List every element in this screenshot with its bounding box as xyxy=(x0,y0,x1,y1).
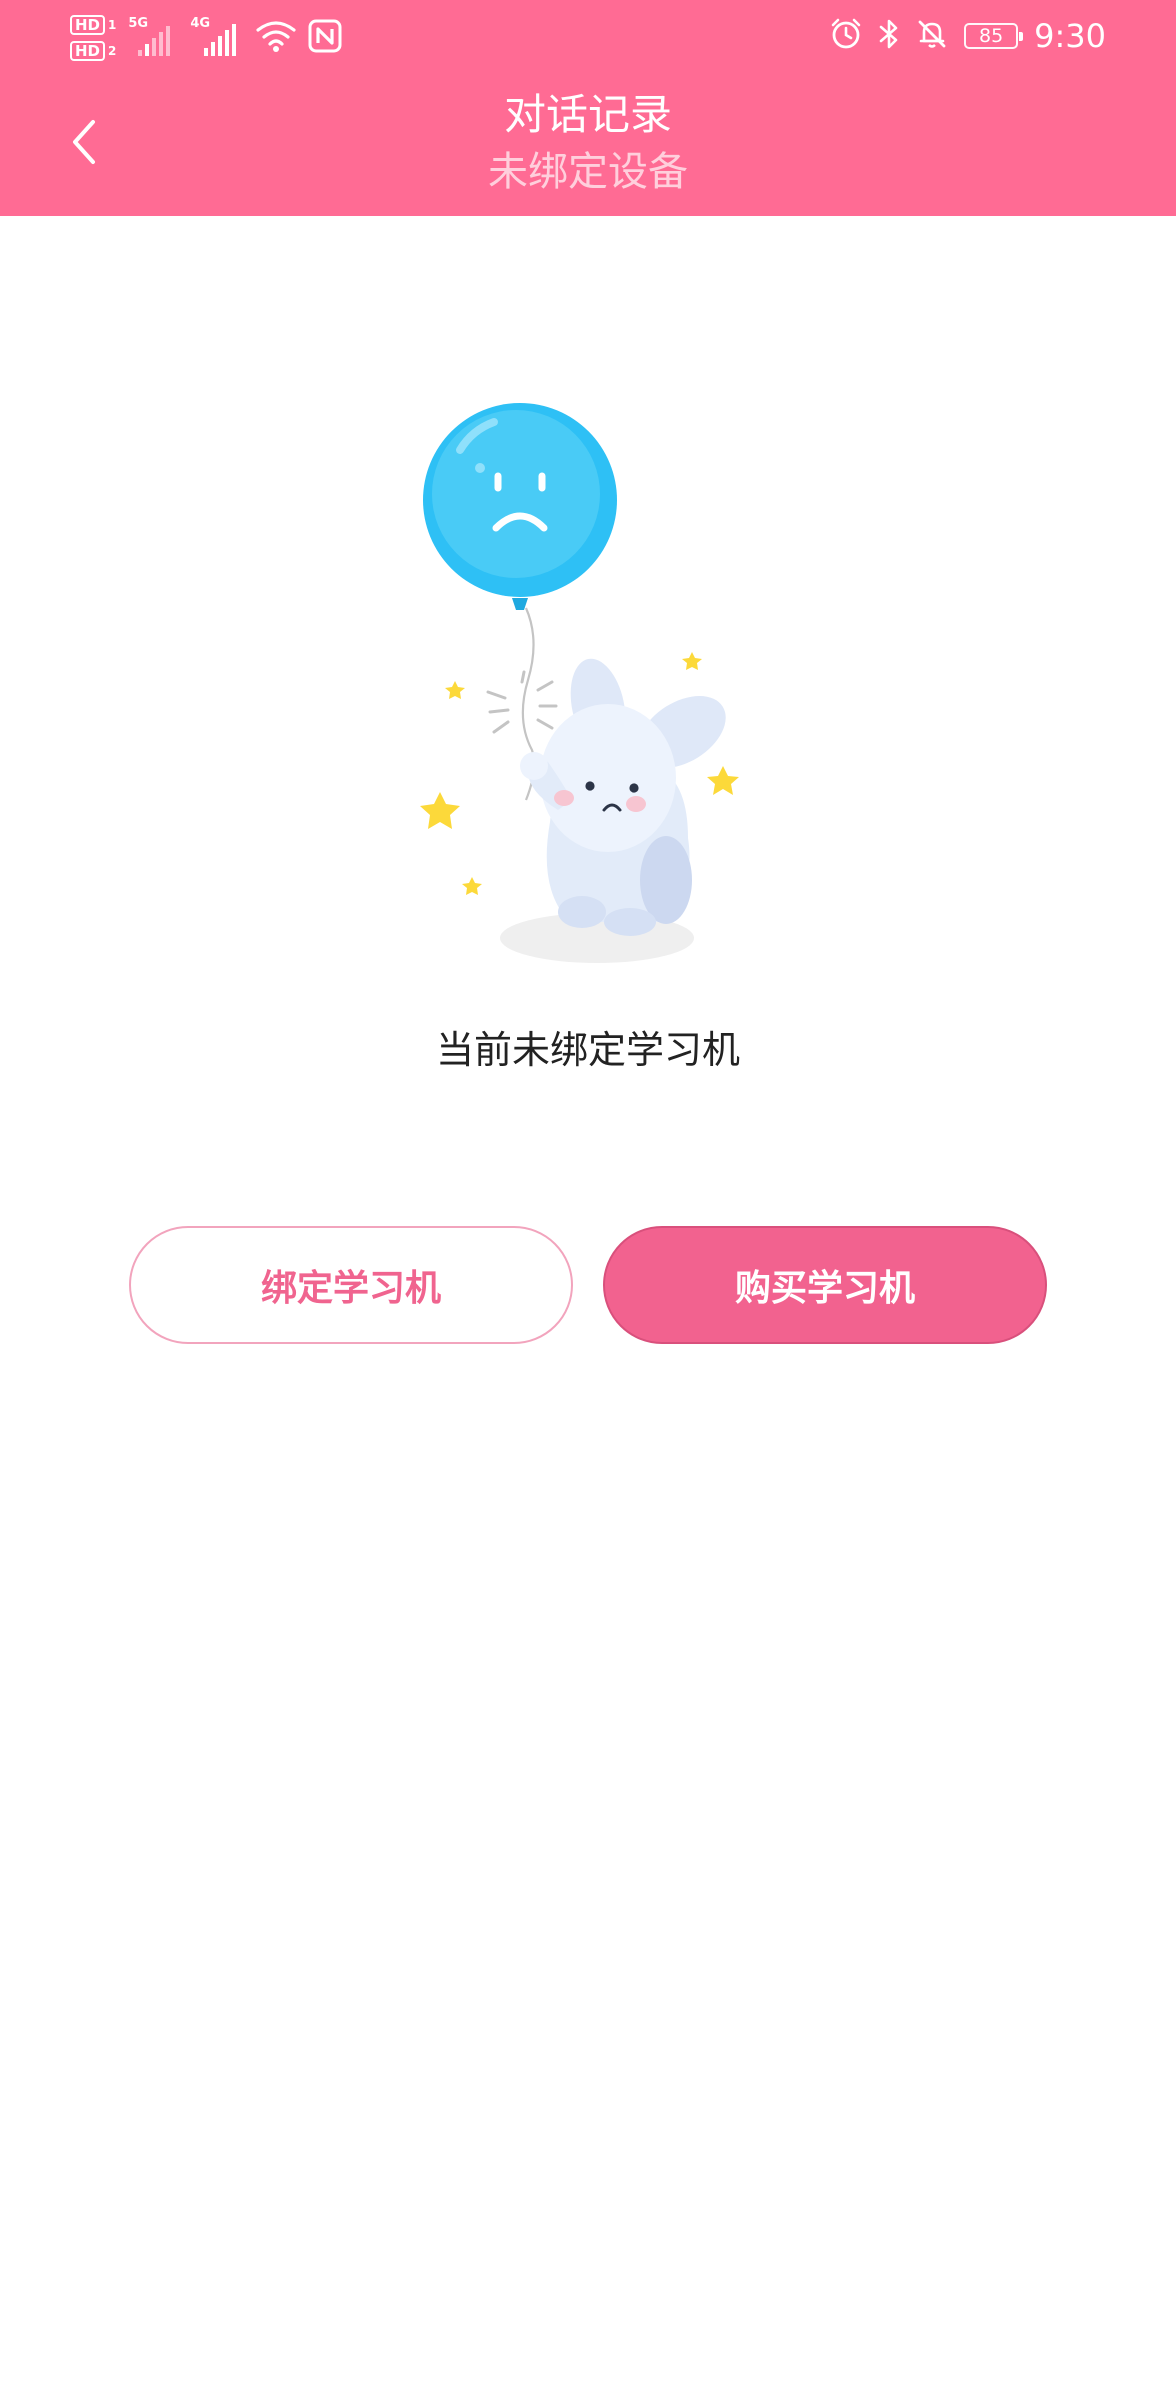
net1-label: 5G xyxy=(128,16,149,31)
status-right-group: 85 9:30 xyxy=(830,8,1106,64)
status-left-group: HD 1 HD 2 5G 4G xyxy=(70,8,342,68)
net2-label: 4G xyxy=(190,16,211,31)
alarm-icon xyxy=(830,18,862,54)
mute-bell-icon xyxy=(916,18,948,54)
battery-icon: 85 xyxy=(964,23,1024,49)
buy-device-button[interactable]: 购买学习机 xyxy=(603,1226,1047,1344)
status-clock: 9:30 xyxy=(1034,17,1106,55)
page-title: 对话记录 xyxy=(503,90,672,139)
page-subtitle: 未绑定设备 xyxy=(488,149,688,195)
hd1-sub: 1 xyxy=(108,18,117,32)
nfc-icon xyxy=(308,19,342,57)
sad-bunny-balloon-illustration xyxy=(400,390,780,980)
wifi-icon xyxy=(256,19,296,57)
hd2-badge: HD xyxy=(70,41,106,61)
hd-indicators: HD 1 HD 2 xyxy=(70,15,116,61)
title-block: 对话记录 未绑定设备 xyxy=(0,86,1176,200)
bluetooth-icon xyxy=(878,18,900,54)
hd2-sub: 2 xyxy=(108,44,117,58)
app-header: HD 1 HD 2 5G 4G 85 9:30 对话记录 未绑定设备 xyxy=(0,0,1176,216)
signal-icon: 5G xyxy=(128,16,178,58)
signal-icon-2: 4G xyxy=(190,16,244,58)
battery-level: 85 xyxy=(979,24,1004,47)
empty-state-message: 当前未绑定学习机 xyxy=(435,1028,740,1072)
status-bar: HD 1 HD 2 5G 4G 85 9:30 xyxy=(0,0,1176,72)
hd1-badge: HD xyxy=(70,15,106,35)
bind-device-button[interactable]: 绑定学习机 xyxy=(129,1226,573,1344)
